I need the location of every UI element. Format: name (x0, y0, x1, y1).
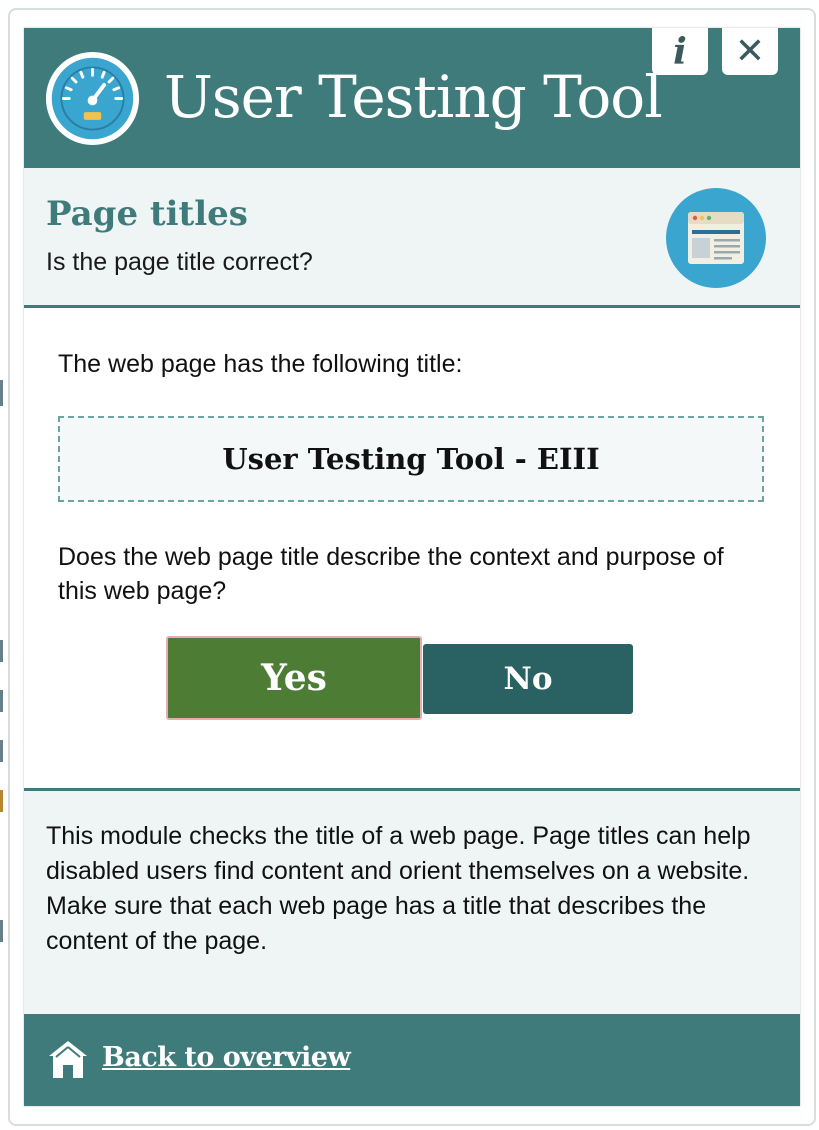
background-page-edge (0, 640, 3, 662)
background-page-edge (0, 690, 3, 712)
tool-header: User Testing Tool i ✕ (24, 28, 800, 168)
module-content: The web page has the following title: Us… (24, 308, 800, 788)
user-testing-tool-panel: User Testing Tool i ✕ Page titles Is the… (24, 28, 800, 1106)
close-button[interactable]: ✕ (722, 28, 778, 75)
question-text: Does the web page title describe the con… (58, 543, 724, 605)
close-icon: ✕ (734, 31, 766, 72)
tool-footer: Back to overview (24, 1014, 800, 1106)
webpage-icon (666, 188, 766, 288)
module-description: This module checks the title of a web pa… (24, 788, 800, 1014)
description-text: This module checks the title of a web pa… (46, 822, 751, 955)
module-heading: Page titles Is the page title correct? (24, 168, 800, 308)
speedometer-icon (45, 51, 140, 146)
module-title: Page titles (46, 194, 248, 234)
background-page-edge (0, 380, 3, 406)
yes-button[interactable]: Yes (166, 636, 422, 720)
title-intro-text: The web page has the following title: (58, 350, 463, 378)
home-icon (49, 1041, 87, 1078)
module-subtitle: Is the page title correct? (46, 248, 313, 276)
detected-page-title: User Testing Tool - EIII (58, 416, 764, 502)
background-page-edge (0, 920, 3, 942)
back-to-overview-link[interactable]: Back to overview (102, 1042, 351, 1073)
app-title: User Testing Tool (164, 63, 663, 131)
info-icon: i (673, 30, 687, 73)
info-button[interactable]: i (652, 28, 708, 75)
background-page-edge (0, 790, 3, 812)
no-button[interactable]: No (423, 644, 633, 714)
background-page-edge (0, 740, 3, 762)
